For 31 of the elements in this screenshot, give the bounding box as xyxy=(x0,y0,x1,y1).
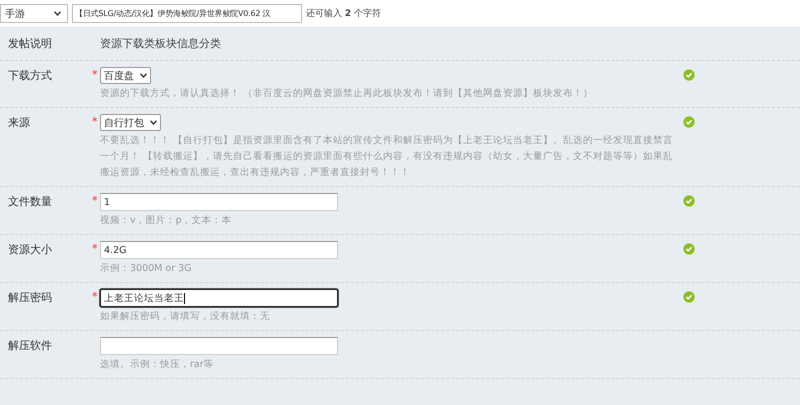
field-label: 解压软件 xyxy=(8,338,53,354)
required-mark: * xyxy=(92,115,98,128)
input-field[interactable]: 4.2G xyxy=(100,241,338,259)
field-description: 资源的下载方式，请认真选择！ （非百度云的网盘资源禁止再此板块发布！请到【其他网盘资源】板块发布！） xyxy=(100,87,594,101)
required-mark: * xyxy=(92,242,98,255)
field-label: 下载方式 xyxy=(8,68,53,84)
field-description: 视频：v，图片：p，文本：本 xyxy=(100,214,232,228)
field-description: 不要乱选！！！ 【自行打包】是指资源里面含有了本站的宣传文件和解压密码为【上老王论坛当老王】。乱选的一经发现直接禁言一个月！ 【转载搬运】，请先自己看看搬运的资源里面有些什么内容，有没有违规内容（幼女，大量广告，文不对题等等）如果乱搬运资源，未经检查乱搬运，查出有违规内容，严重者直接封号！！！ xyxy=(100,134,674,180)
input-field[interactable]: 上老王论坛当老王 xyxy=(100,289,338,307)
field-label: 资源大小 xyxy=(8,242,53,258)
dropdown[interactable]: 百度盘 xyxy=(100,67,151,84)
field-value: 资源下载类板块信息分类 xyxy=(100,36,221,52)
title-field[interactable]: 【日式SLG/动态/汉化】伊势海鲛院/异世界鲛院V0.62 汉 xyxy=(72,4,302,23)
field-label: 文件数量 xyxy=(8,194,53,210)
field-label: 解压密码 xyxy=(8,290,53,306)
dropdown[interactable]: 自行打包 xyxy=(100,114,161,131)
field-description: 选填。示例：快压，rar等 xyxy=(100,358,214,372)
field-description: 示例：3000M or 3G xyxy=(100,262,192,276)
input-field[interactable]: 1 xyxy=(100,193,338,211)
caret-icon xyxy=(54,11,61,16)
field-description: 如果解压密码，请填写，没有就填：无 xyxy=(100,310,270,324)
required-mark: * xyxy=(92,290,98,303)
field-label: 发帖说明 xyxy=(8,36,53,52)
required-mark: * xyxy=(92,68,98,81)
required-mark: * xyxy=(92,194,98,207)
remaining-characters-hint: 还可输入 2 个字符 xyxy=(306,8,382,20)
field-label: 来源 xyxy=(8,115,31,131)
caret-icon xyxy=(150,120,157,125)
input-field[interactable] xyxy=(100,337,338,355)
category-dropdown[interactable]: 手游 xyxy=(0,4,68,23)
caret-icon xyxy=(140,73,147,78)
